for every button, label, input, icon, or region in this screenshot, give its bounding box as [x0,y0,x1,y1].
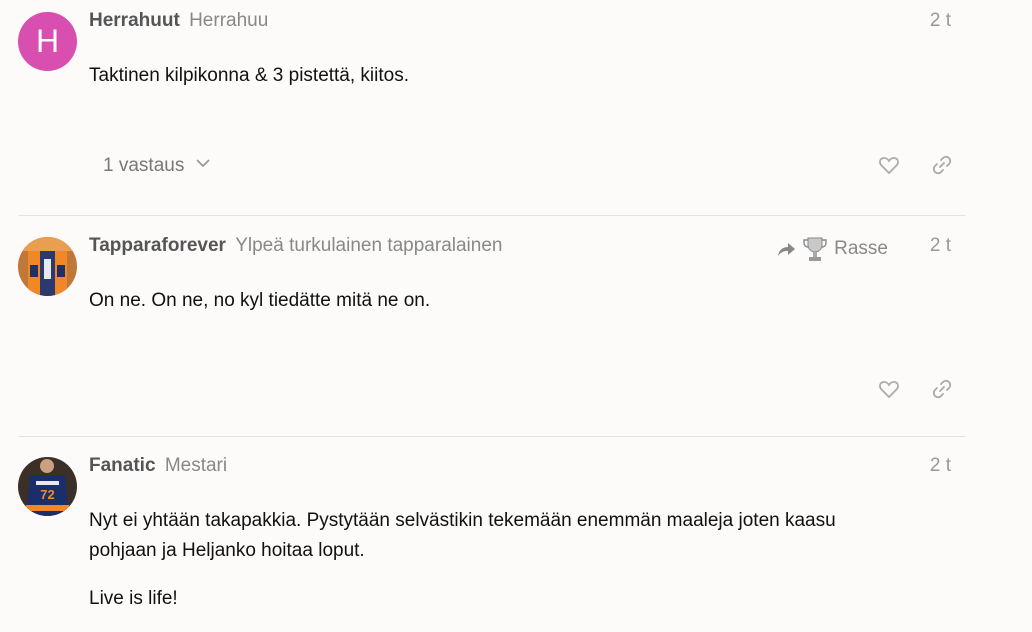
link-icon [932,155,952,175]
post-divider [18,436,966,437]
post-tapparaforever: Tapparaforever Ylpeä turkulainen tappara… [0,235,966,425]
post-fanatic: 72 Fanatic Mestari 2 t Nyt ei yhtään tak… [0,455,966,632]
share-arrow-icon [778,243,796,256]
trophy-avatar-icon [803,237,827,261]
post-paragraph: Nyt ei yhtään takapakkia. Pystytään selv… [89,510,836,561]
user-title: Herrahuu [189,10,269,31]
post-body: Nyt ei yhtään takapakkia. Pystytään selv… [89,506,899,632]
post-divider [18,215,966,216]
avatar-image [18,237,77,296]
post-body: On ne. On ne, no kyl tiedätte mitä ne on… [89,286,929,334]
chevron-down-icon [194,154,212,178]
share-link-button[interactable] [930,153,954,177]
post-date[interactable]: 2 t [930,235,951,257]
heart-icon [879,157,899,175]
avatar[interactable]: 72 [18,457,77,516]
replies-count-label: 1 vastaus [103,155,185,177]
post-meta: Herrahuut Herrahuu [89,10,268,32]
link-icon [932,379,952,399]
username[interactable]: Tapparaforever [89,235,226,256]
share-link-button[interactable] [930,377,954,401]
post-date[interactable]: 2 t [930,455,951,477]
post-paragraph: On ne. On ne, no kyl tiedätte mitä ne on… [89,290,431,311]
like-button[interactable] [877,377,901,401]
avatar[interactable]: H [18,12,77,71]
reply-to-link[interactable]: Rasse [776,235,888,263]
post-paragraph: Taktinen kilpikonna & 3 pistettä, kiitos… [89,65,410,86]
reply-to-username: Rasse [834,238,888,259]
avatar-image: 72 [18,457,77,516]
user-title: Ylpeä turkulainen tapparalainen [235,235,503,256]
post-meta: Tapparaforever Ylpeä turkulainen tappara… [89,235,502,257]
replies-toggle-button[interactable]: 1 vastaus [103,154,212,178]
heart-icon [879,381,899,399]
username[interactable]: Herrahuut [89,10,180,31]
post-paragraph: Live is life! [89,588,178,609]
post-meta: Fanatic Mestari [89,455,227,477]
post-herrahuut: H Herrahuut Herrahuu 2 t Taktinen kilpik… [0,10,966,210]
user-title: Mestari [164,455,228,476]
svg-text:72: 72 [40,487,54,502]
like-button[interactable] [877,153,901,177]
username[interactable]: Fanatic [89,455,156,476]
avatar[interactable] [18,237,77,296]
post-date[interactable]: 2 t [930,10,951,32]
avatar-letter: H [35,23,60,59]
post-body: Taktinen kilpikonna & 3 pistettä, kiitos… [89,61,929,109]
